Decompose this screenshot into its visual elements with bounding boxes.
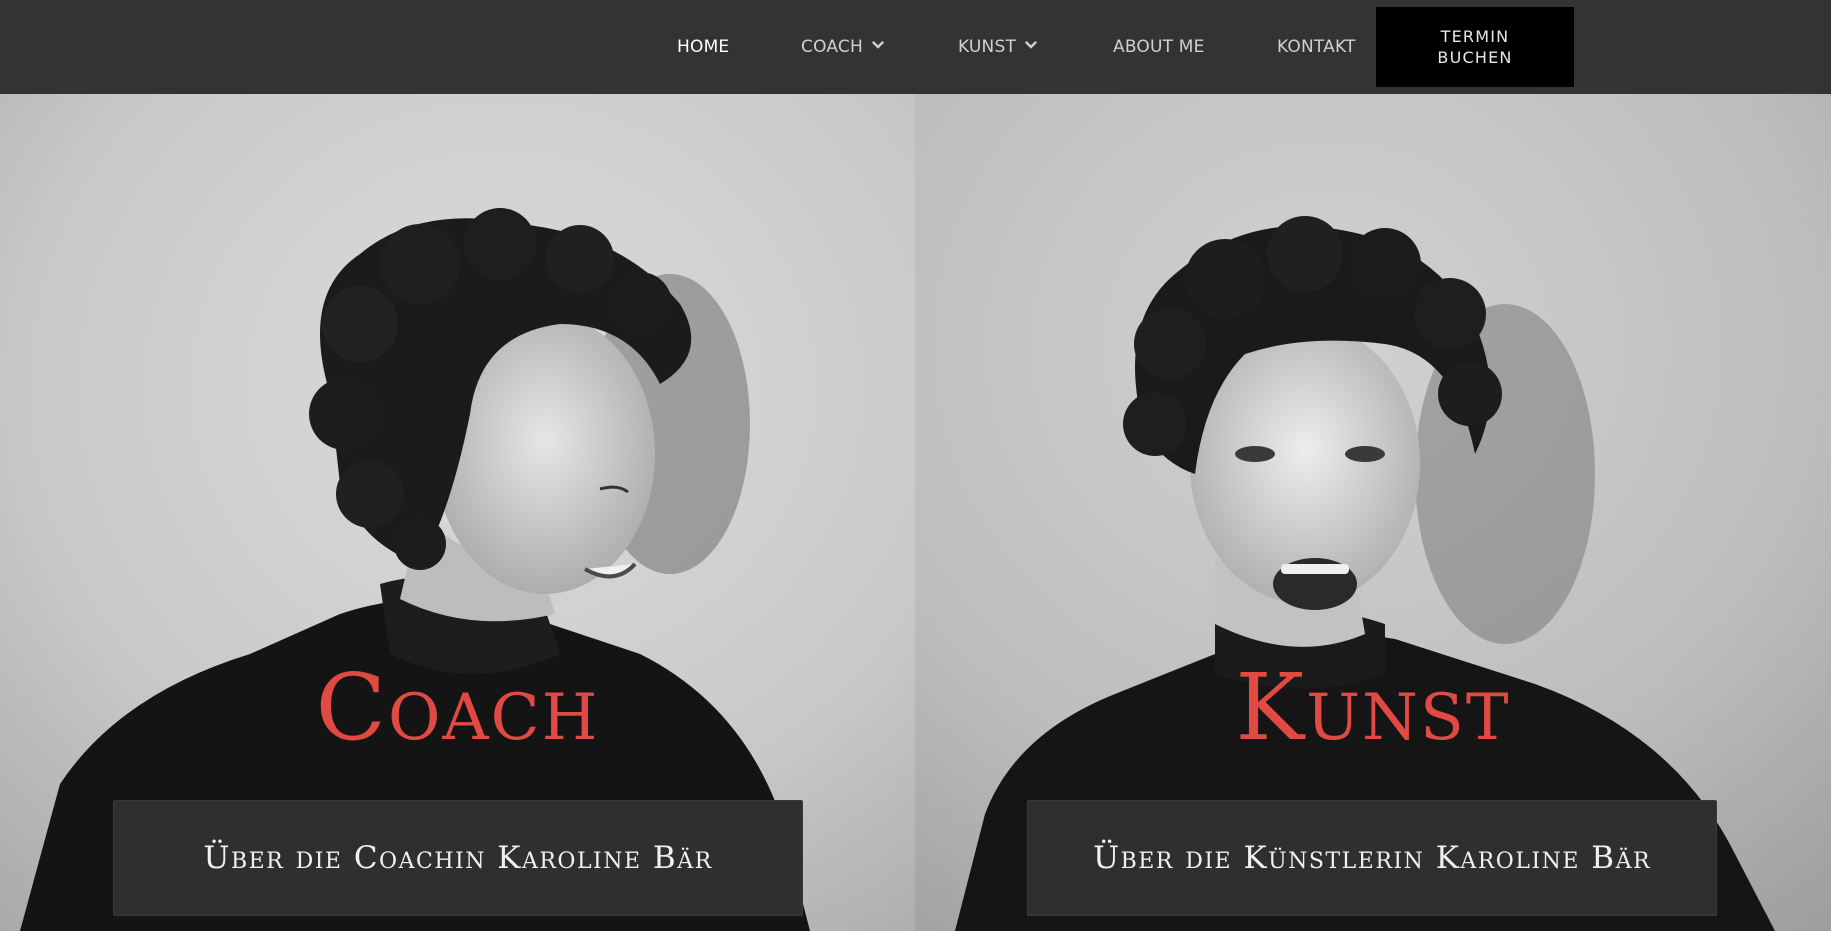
nav-item-label: COACH [801,37,863,57]
nav-item-about-me[interactable]: ABOUT ME [1113,36,1205,58]
termin-buchen-button[interactable]: TERMIN BUCHEN [1376,7,1574,87]
site-header: HOME COACH KUNST ABOUT ME KONTAKT TERMIN… [0,0,1831,94]
about-artist-button-label: Über die Künstlerin Karoline Bär [1092,840,1652,876]
nav-item-coach[interactable]: COACH [801,36,884,58]
kunst-title-text: Kunst [1235,654,1511,761]
nav-item-kunst[interactable]: KUNST [958,36,1037,58]
kunst-panel[interactable]: Kunst Über die Künstlerin Karoline Bär [915,94,1831,931]
nav-item-home[interactable]: HOME [677,36,729,58]
chevron-down-icon [872,39,884,51]
coach-title-text: Coach [315,654,600,761]
cta-label-line2: BUCHEN [1437,48,1513,67]
nav-item-label: HOME [677,37,730,57]
coach-panel[interactable]: Coach Über die Coachin Karoline Bär [0,94,915,931]
about-artist-button[interactable]: Über die Künstlerin Karoline Bär [1027,800,1717,916]
cta-label-line1: TERMIN [1440,27,1510,46]
nav-item-label: KUNST [958,37,1017,57]
coach-title: Coach [0,662,915,754]
main-navigation: HOME COACH KUNST ABOUT ME KONTAKT TERMIN… [0,0,1831,94]
about-coach-button-label: Über die Coachin Karoline Bär [203,840,713,876]
nav-item-label: KONTAKT [1277,37,1356,57]
chevron-down-icon [1025,39,1037,51]
nav-item-kontakt[interactable]: KONTAKT [1277,36,1356,58]
kunst-title: Kunst [915,662,1831,754]
nav-item-label: ABOUT ME [1113,37,1205,57]
about-coach-button[interactable]: Über die Coachin Karoline Bär [113,800,803,916]
